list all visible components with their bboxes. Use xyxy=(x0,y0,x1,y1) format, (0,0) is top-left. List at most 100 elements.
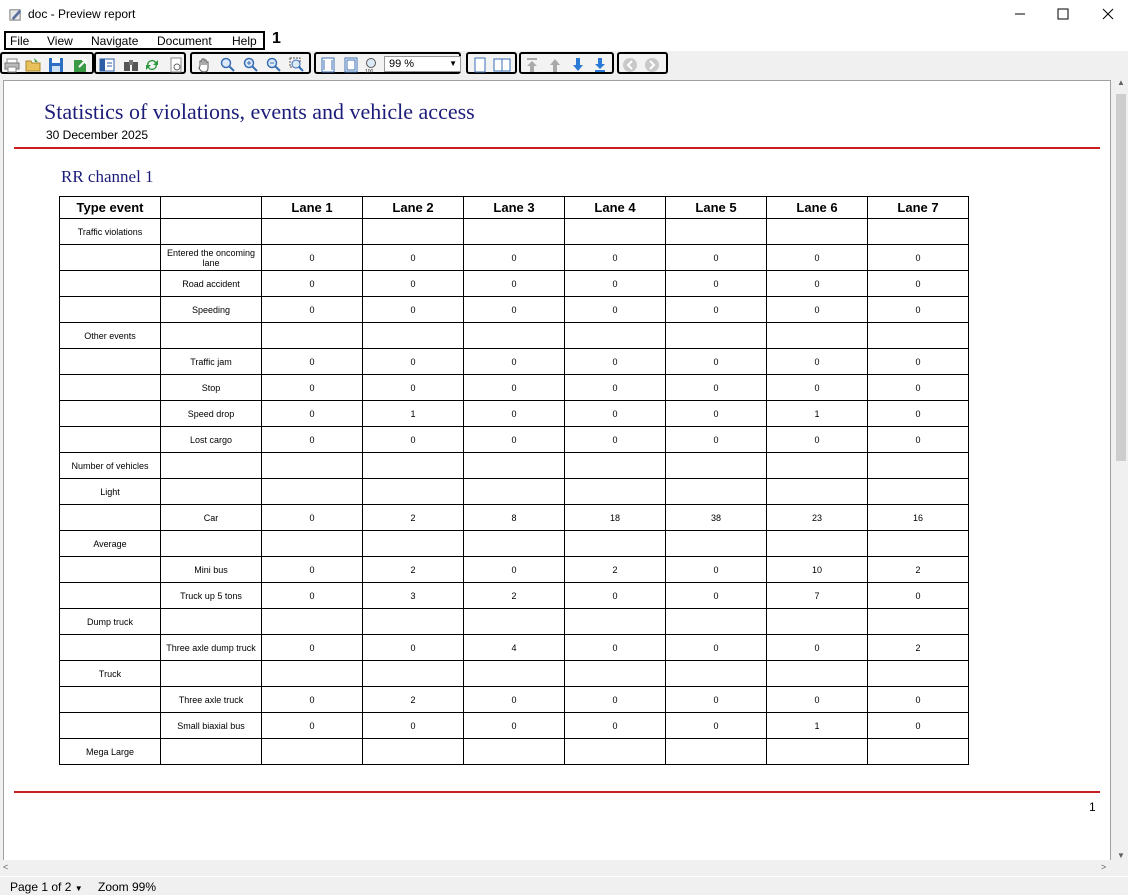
scroll-up-icon[interactable]: ▲ xyxy=(1117,78,1125,87)
lane-value-cell: 0 xyxy=(665,634,767,661)
page-indicator[interactable]: Page 1 of 2 ▼ xyxy=(10,880,83,894)
menu-document[interactable]: Document xyxy=(157,34,212,48)
scroll-left-icon[interactable]: < xyxy=(3,862,8,872)
event-group-cell: Other events xyxy=(59,322,161,349)
lane-value-cell xyxy=(564,738,666,765)
event-item-cell: Lost cargo xyxy=(160,426,262,453)
page-setup-icon[interactable] xyxy=(168,57,184,73)
lane-value-cell xyxy=(362,218,464,245)
print-icon[interactable] xyxy=(4,57,20,73)
event-item-cell: Stop xyxy=(160,374,262,401)
page-view-group xyxy=(466,52,517,74)
menu-view[interactable]: View xyxy=(47,34,73,48)
event-item-cell xyxy=(160,452,262,479)
table-row: Entered the oncoming lane 0 0 0 0 0 0 0 xyxy=(59,244,969,271)
lane-value-cell: 38 xyxy=(665,504,767,531)
lane-value-cell: 0 xyxy=(867,426,969,453)
find-icon[interactable] xyxy=(123,57,139,73)
lane-value-cell: 0 xyxy=(564,348,666,375)
page-status: Page 1 of 2 xyxy=(10,880,72,894)
menu-navigate[interactable]: Navigate xyxy=(91,34,138,48)
minimize-button[interactable] xyxy=(997,0,1043,28)
table-row: Car 0 2 8 18 38 23 16 xyxy=(59,504,969,531)
back-icon[interactable] xyxy=(622,57,638,73)
lane-value-cell: 0 xyxy=(463,296,565,323)
lane-value-cell xyxy=(564,322,666,349)
scroll-right-icon[interactable]: > xyxy=(1101,862,1106,872)
zoom-area-icon[interactable] xyxy=(289,57,305,73)
zoom-out-icon[interactable] xyxy=(266,57,282,73)
open-icon[interactable] xyxy=(25,57,41,73)
lane-value-cell: 0 xyxy=(867,270,969,297)
next-page-icon[interactable] xyxy=(570,57,586,73)
close-button[interactable] xyxy=(1085,0,1128,28)
forward-icon[interactable] xyxy=(644,57,660,73)
lane-value-cell: 0 xyxy=(564,296,666,323)
event-group-cell xyxy=(59,686,161,713)
event-group-cell xyxy=(59,374,161,401)
zoom-tools-group xyxy=(190,52,311,74)
scroll-down-icon[interactable]: ▼ xyxy=(1117,851,1125,860)
parameters-icon[interactable] xyxy=(99,57,115,73)
lane-value-cell: 2 xyxy=(362,504,464,531)
lane-value-cell: 0 xyxy=(564,686,666,713)
lane-value-cell xyxy=(766,660,868,687)
document-toolbar-group xyxy=(94,52,186,74)
zoom-icon[interactable]: 100 xyxy=(364,57,380,73)
refresh-icon[interactable] xyxy=(144,57,160,73)
zoom-status: Zoom 99% xyxy=(98,880,157,894)
horizontal-scrollbar[interactable]: < > xyxy=(0,860,1128,876)
event-group-cell xyxy=(59,556,161,583)
vertical-scroll-thumb[interactable] xyxy=(1116,94,1126,461)
lane-value-cell xyxy=(463,478,565,505)
report-title: Statistics of violations, events and veh… xyxy=(44,99,475,124)
event-item-cell xyxy=(160,478,262,505)
event-group-cell xyxy=(59,712,161,739)
event-group-cell xyxy=(59,244,161,271)
single-page-icon[interactable] xyxy=(472,57,488,73)
magnifier-icon[interactable] xyxy=(220,57,236,73)
event-group-cell: Light xyxy=(59,478,161,505)
multiple-pages-icon[interactable] xyxy=(493,57,511,73)
lane-value-cell xyxy=(261,530,363,557)
event-item-cell: Car xyxy=(160,504,262,531)
lane-value-cell: 0 xyxy=(867,374,969,401)
zoom-in-icon[interactable] xyxy=(243,57,259,73)
previous-page-icon[interactable] xyxy=(547,57,563,73)
zoom-select[interactable]: 99 % ▼ xyxy=(384,56,461,72)
event-group-cell: Truck xyxy=(59,660,161,687)
export-icon[interactable] xyxy=(73,57,89,73)
lane-value-cell xyxy=(766,452,868,479)
lane-value-cell xyxy=(362,608,464,635)
first-page-icon[interactable] xyxy=(524,57,540,73)
last-page-icon[interactable] xyxy=(592,57,608,73)
lane-value-cell: 0 xyxy=(463,400,565,427)
lane-value-cell: 0 xyxy=(867,400,969,427)
chevron-down-icon: ▼ xyxy=(449,59,457,68)
hand-tool-icon[interactable] xyxy=(196,57,212,73)
menu-file[interactable]: File xyxy=(10,34,29,48)
maximize-button[interactable] xyxy=(1040,0,1086,28)
lane-value-cell: 18 xyxy=(564,504,666,531)
menu-help[interactable]: Help xyxy=(232,34,257,48)
lane-value-cell: 2 xyxy=(463,582,565,609)
event-group-cell xyxy=(59,426,161,453)
lane-value-cell xyxy=(463,452,565,479)
table-row: Stop 0 0 0 0 0 0 0 xyxy=(59,374,969,401)
table-row: Three axle dump truck 0 0 4 0 0 0 2 xyxy=(59,634,969,661)
lane-value-cell xyxy=(867,660,969,687)
lane-value-cell: 2 xyxy=(564,556,666,583)
event-item-cell: Entered the oncoming lane xyxy=(160,244,262,271)
lane-value-cell: 0 xyxy=(665,400,767,427)
report-date: 30 December 2025 xyxy=(46,128,149,142)
lane-value-cell: 8 xyxy=(463,504,565,531)
lane-value-cell: 0 xyxy=(261,244,363,271)
save-icon[interactable] xyxy=(48,57,64,73)
lane-value-cell xyxy=(362,660,464,687)
lane-value-cell: 0 xyxy=(766,374,868,401)
page-width-icon[interactable] xyxy=(320,57,336,73)
whole-page-icon[interactable] xyxy=(343,57,359,73)
lane-value-cell xyxy=(564,478,666,505)
lane-value-cell xyxy=(362,452,464,479)
lane-value-cell: 0 xyxy=(261,712,363,739)
